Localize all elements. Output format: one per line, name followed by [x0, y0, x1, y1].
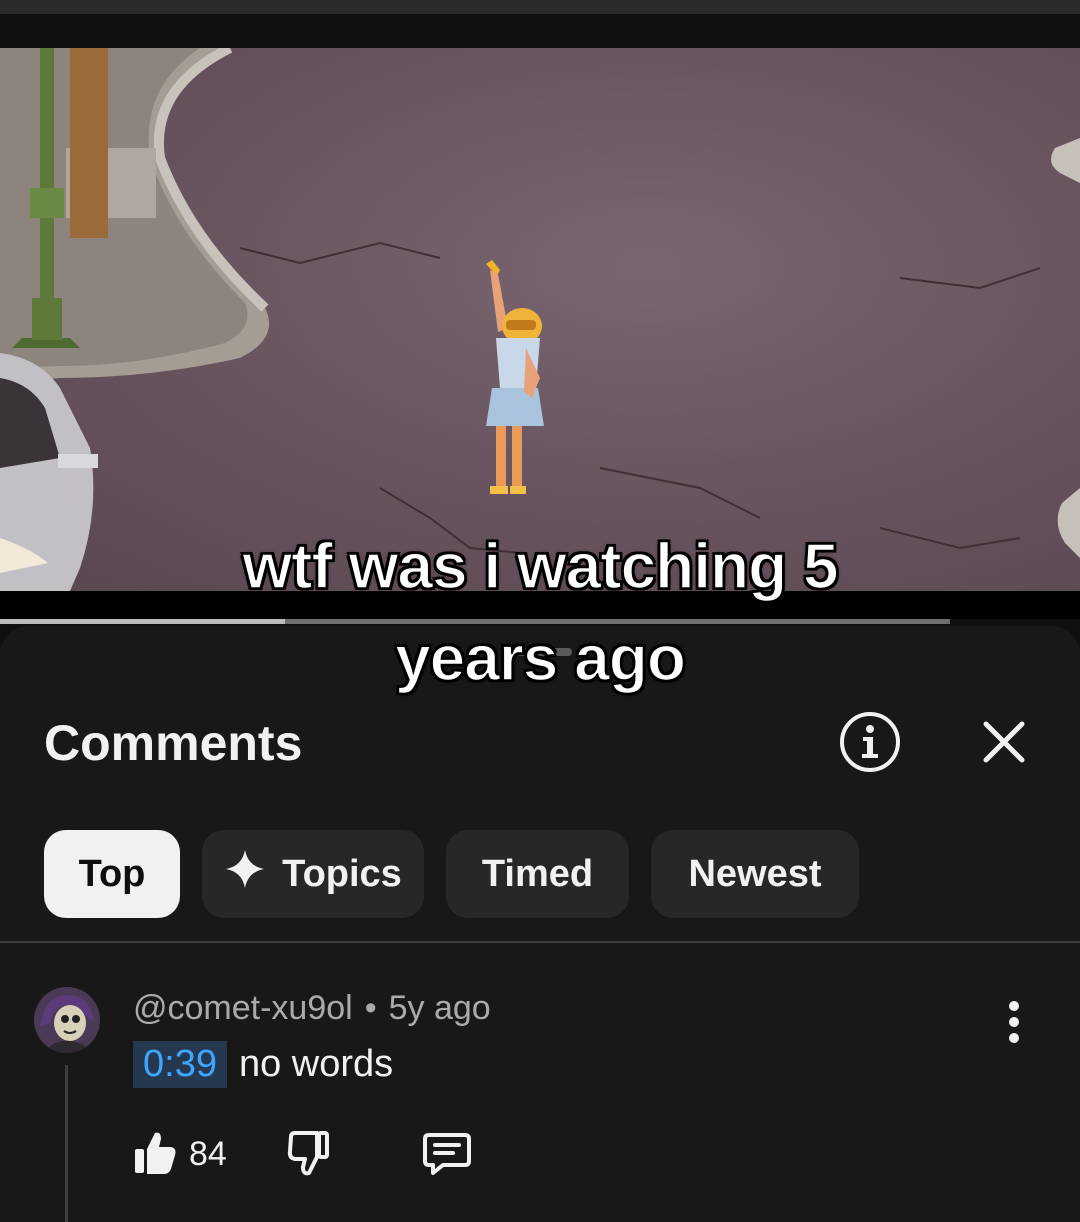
meta-separator: •	[364, 989, 377, 1027]
video-player[interactable]	[0, 48, 1080, 591]
comment-author[interactable]: @comet-xu9ol	[133, 989, 353, 1027]
more-vertical-icon	[1009, 1001, 1019, 1043]
status-strip	[0, 0, 1080, 14]
reply-button[interactable]	[423, 1129, 471, 1177]
chip-newest-label: Newest	[688, 852, 822, 895]
close-button[interactable]	[972, 710, 1036, 774]
like-count: 84	[189, 1135, 227, 1173]
comment-reply-icon	[423, 1133, 471, 1175]
chip-topics-label: Topics	[282, 852, 402, 895]
info-button[interactable]	[838, 710, 902, 774]
comment-age: 5y ago	[388, 989, 491, 1027]
chip-topics[interactable]: Topics	[202, 830, 424, 918]
chip-timed-label: Timed	[481, 852, 594, 895]
chip-top-label: Top	[78, 852, 146, 895]
chip-newest[interactable]: Newest	[651, 830, 859, 918]
caption-line-2: years ago	[394, 621, 686, 695]
comments-sheet: Comments Top Topics Timed Newest @comet-…	[0, 626, 1080, 1222]
comment-meta: @comet-xu9ol • 5y ago	[133, 989, 491, 1028]
avatar[interactable]	[34, 987, 100, 1053]
dislike-button[interactable]	[287, 1129, 331, 1177]
comment-timestamp-link[interactable]: 0:39	[133, 1041, 227, 1088]
thread-line	[65, 1065, 68, 1222]
chip-top[interactable]: Top	[44, 830, 180, 918]
sparkle-icon	[224, 848, 266, 900]
chip-timed[interactable]: Timed	[446, 830, 629, 918]
like-button[interactable]	[133, 1129, 177, 1177]
video-frame-illustration	[0, 48, 1080, 591]
comment-body: 0:39 no words	[133, 1041, 393, 1088]
info-icon	[840, 712, 900, 772]
video-caption-overlay: wtf was i watching 5 years ago	[140, 520, 940, 704]
comment-text: no words	[238, 1043, 394, 1085]
thumbs-up-icon	[135, 1132, 176, 1174]
caption-line-1: wtf was i watching 5	[242, 529, 840, 603]
thumbs-down-icon	[287, 1131, 329, 1176]
comment-item: @comet-xu9ol • 5y ago 0:39 no words 84	[0, 943, 1080, 1222]
comments-title: Comments	[44, 715, 303, 771]
app-root: wtf was i watching 5 years ago Comments …	[0, 0, 1080, 1222]
comment-more-button[interactable]	[994, 997, 1034, 1047]
close-icon	[983, 721, 1025, 763]
